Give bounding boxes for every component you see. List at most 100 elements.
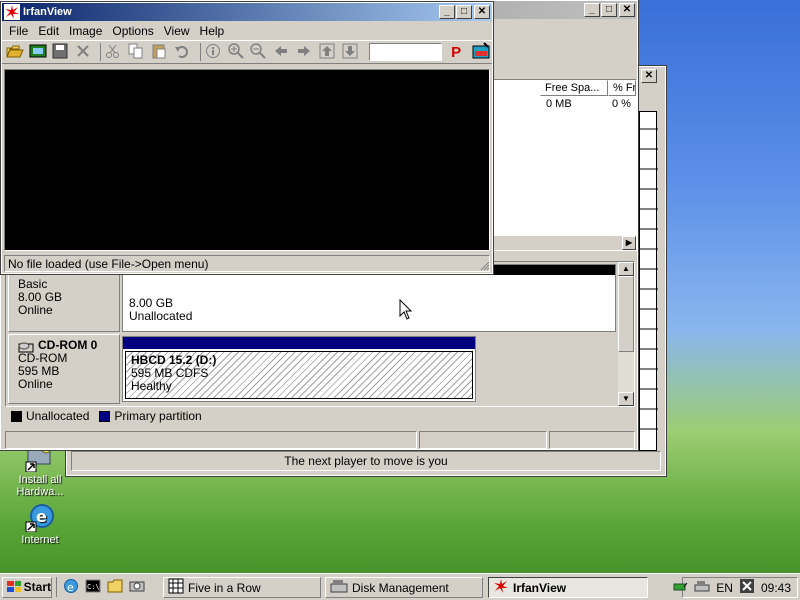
primary-partition-bar bbox=[123, 337, 475, 349]
menu-view[interactable]: View bbox=[159, 24, 195, 38]
disk-graphical-view: Disk 0 Basic 8.00 GB Online 8.00 GB Unal… bbox=[5, 261, 635, 407]
disk-management-icon bbox=[330, 578, 348, 597]
maximize-icon[interactable]: □ bbox=[456, 5, 472, 19]
paste-icon[interactable] bbox=[151, 43, 173, 62]
disk0-unallocated-region[interactable]: 8.00 GB Unallocated bbox=[122, 264, 616, 332]
desktop-icon-label: Hardwa... bbox=[16, 486, 64, 498]
menu-image[interactable]: Image bbox=[64, 24, 107, 38]
quicklaunch-cmd-icon[interactable]: C:\ bbox=[85, 578, 101, 597]
volume-state: Healthy bbox=[131, 379, 172, 393]
mouse-cursor-icon bbox=[399, 298, 413, 324]
zoom-out-icon[interactable] bbox=[250, 42, 272, 62]
toolbar-input-field[interactable] bbox=[368, 43, 443, 61]
safely-remove-hardware-icon[interactable] bbox=[672, 578, 688, 597]
close-icon[interactable]: ✕ bbox=[641, 69, 657, 83]
back-icon[interactable] bbox=[273, 43, 295, 62]
irfanview-window: IrfanView _ □ ✕ File Edit Image Options … bbox=[0, 1, 494, 275]
cdrom-volume-region[interactable]: HBCD 15.2 (D:) 595 MB CDFS Healthy bbox=[122, 336, 476, 402]
volume-muted-icon[interactable] bbox=[739, 578, 755, 597]
paint-icon[interactable] bbox=[472, 41, 492, 63]
close-icon[interactable]: ✕ bbox=[619, 3, 635, 17]
image-canvas[interactable] bbox=[4, 69, 490, 251]
toolbar-separator bbox=[100, 43, 102, 61]
resize-grip-icon[interactable] bbox=[478, 259, 490, 271]
info-icon[interactable] bbox=[205, 43, 227, 62]
slideshow-icon[interactable] bbox=[29, 43, 51, 62]
taskbar: Start e C:\ Five in a Row Disk Managemen… bbox=[0, 573, 800, 600]
cdrom0-label[interactable]: CD-ROM 0 CD-ROM 595 MB Online bbox=[8, 334, 120, 404]
game-board[interactable] bbox=[639, 111, 658, 451]
legend-primary-label: Primary partition bbox=[114, 409, 202, 423]
menu-edit[interactable]: Edit bbox=[33, 24, 64, 38]
forward-icon[interactable] bbox=[296, 43, 318, 62]
irfanview-icon bbox=[493, 578, 509, 597]
legend: Unallocated Primary partition bbox=[11, 409, 202, 423]
close-icon[interactable]: ✕ bbox=[474, 5, 490, 19]
menu-file[interactable]: File bbox=[4, 24, 33, 38]
window-title: IrfanView bbox=[23, 6, 72, 18]
zoom-in-icon[interactable] bbox=[227, 42, 250, 62]
open-icon[interactable] bbox=[6, 43, 28, 62]
save-icon[interactable] bbox=[52, 43, 74, 62]
taskbar-button-disk-management[interactable]: Disk Management bbox=[325, 577, 483, 598]
scroll-down-icon[interactable]: ▼ bbox=[618, 392, 634, 406]
toolbar: P bbox=[2, 40, 492, 64]
desktop-icon-internet[interactable]: e Internet bbox=[5, 500, 75, 546]
horizontal-scrollbar[interactable]: ▶ bbox=[492, 236, 636, 250]
minimize-icon[interactable]: _ bbox=[584, 3, 600, 17]
menu-help[interactable]: Help bbox=[195, 24, 230, 38]
scroll-thumb[interactable] bbox=[618, 276, 634, 352]
vertical-scrollbar[interactable]: ▲ ▼ bbox=[618, 262, 634, 406]
legend-primary-swatch bbox=[99, 410, 111, 422]
legend-unallocated-swatch bbox=[11, 410, 22, 422]
quicklaunch-folder-icon[interactable] bbox=[107, 578, 123, 597]
up-icon[interactable] bbox=[319, 43, 341, 62]
desktop-icon-label: Internet bbox=[21, 534, 59, 546]
taskbar-button-five-in-a-row[interactable]: Five in a Row bbox=[163, 577, 321, 598]
down-icon[interactable] bbox=[342, 43, 364, 62]
status-bar bbox=[5, 431, 635, 449]
quicklaunch-drive-icon[interactable] bbox=[129, 578, 145, 597]
five-in-a-row-icon bbox=[168, 578, 184, 597]
svg-text:e: e bbox=[67, 581, 74, 594]
partition-size: 8.00 GB bbox=[129, 296, 174, 310]
cell-pct-free: 0 % bbox=[612, 98, 631, 110]
internet-explorer-icon: e bbox=[24, 500, 56, 533]
status-bar: The next player to move is you bbox=[71, 451, 661, 471]
taskbar-button-irfanview[interactable]: IrfanView bbox=[488, 577, 648, 598]
undo-icon[interactable] bbox=[174, 43, 196, 62]
clock: 09:43 bbox=[760, 580, 791, 595]
cd-drive-icon bbox=[18, 341, 34, 356]
desktop-icon-label: Install all bbox=[18, 474, 62, 486]
windows-logo-icon bbox=[7, 581, 21, 592]
taskbar-separator bbox=[56, 577, 57, 597]
quicklaunch-ie-icon[interactable]: e bbox=[63, 578, 79, 597]
column-header-pct-free[interactable]: % Fre bbox=[608, 80, 636, 96]
svg-text:e: e bbox=[36, 507, 47, 526]
volume-fs: 595 MB CDFS bbox=[131, 366, 209, 380]
language-indicator[interactable]: EN bbox=[716, 581, 733, 595]
partition-state: Unallocated bbox=[129, 309, 193, 323]
scroll-right-icon[interactable]: ▶ bbox=[622, 236, 636, 250]
svg-text:C:\: C:\ bbox=[87, 583, 100, 591]
menu-options[interactable]: Options bbox=[107, 24, 158, 38]
status-text: No file loaded (use File->Open menu) bbox=[8, 256, 209, 271]
column-header-free-space[interactable]: Free Spa... bbox=[540, 80, 608, 96]
copy-icon[interactable] bbox=[128, 43, 150, 62]
network-icon[interactable] bbox=[694, 578, 710, 597]
menu-bar: File Edit Image Options View Help bbox=[2, 21, 492, 40]
status-bar: No file loaded (use File->Open menu) bbox=[4, 255, 490, 272]
legend-unallocated-label: Unallocated bbox=[26, 409, 90, 423]
delete-icon[interactable] bbox=[75, 43, 97, 62]
maximize-icon[interactable]: □ bbox=[601, 3, 617, 17]
system-tray: EN 09:43 bbox=[673, 577, 798, 598]
print-icon[interactable]: P bbox=[451, 44, 471, 61]
disk-status: Online bbox=[18, 303, 53, 317]
start-button[interactable]: Start bbox=[2, 576, 52, 598]
cut-icon[interactable] bbox=[105, 43, 127, 62]
toolbar-separator bbox=[199, 43, 201, 61]
cell-free-space: 0 MB bbox=[546, 98, 572, 110]
minimize-icon[interactable]: _ bbox=[439, 5, 455, 19]
title-bar[interactable]: IrfanView _ □ ✕ bbox=[2, 3, 492, 21]
scroll-up-icon[interactable]: ▲ bbox=[618, 262, 634, 276]
